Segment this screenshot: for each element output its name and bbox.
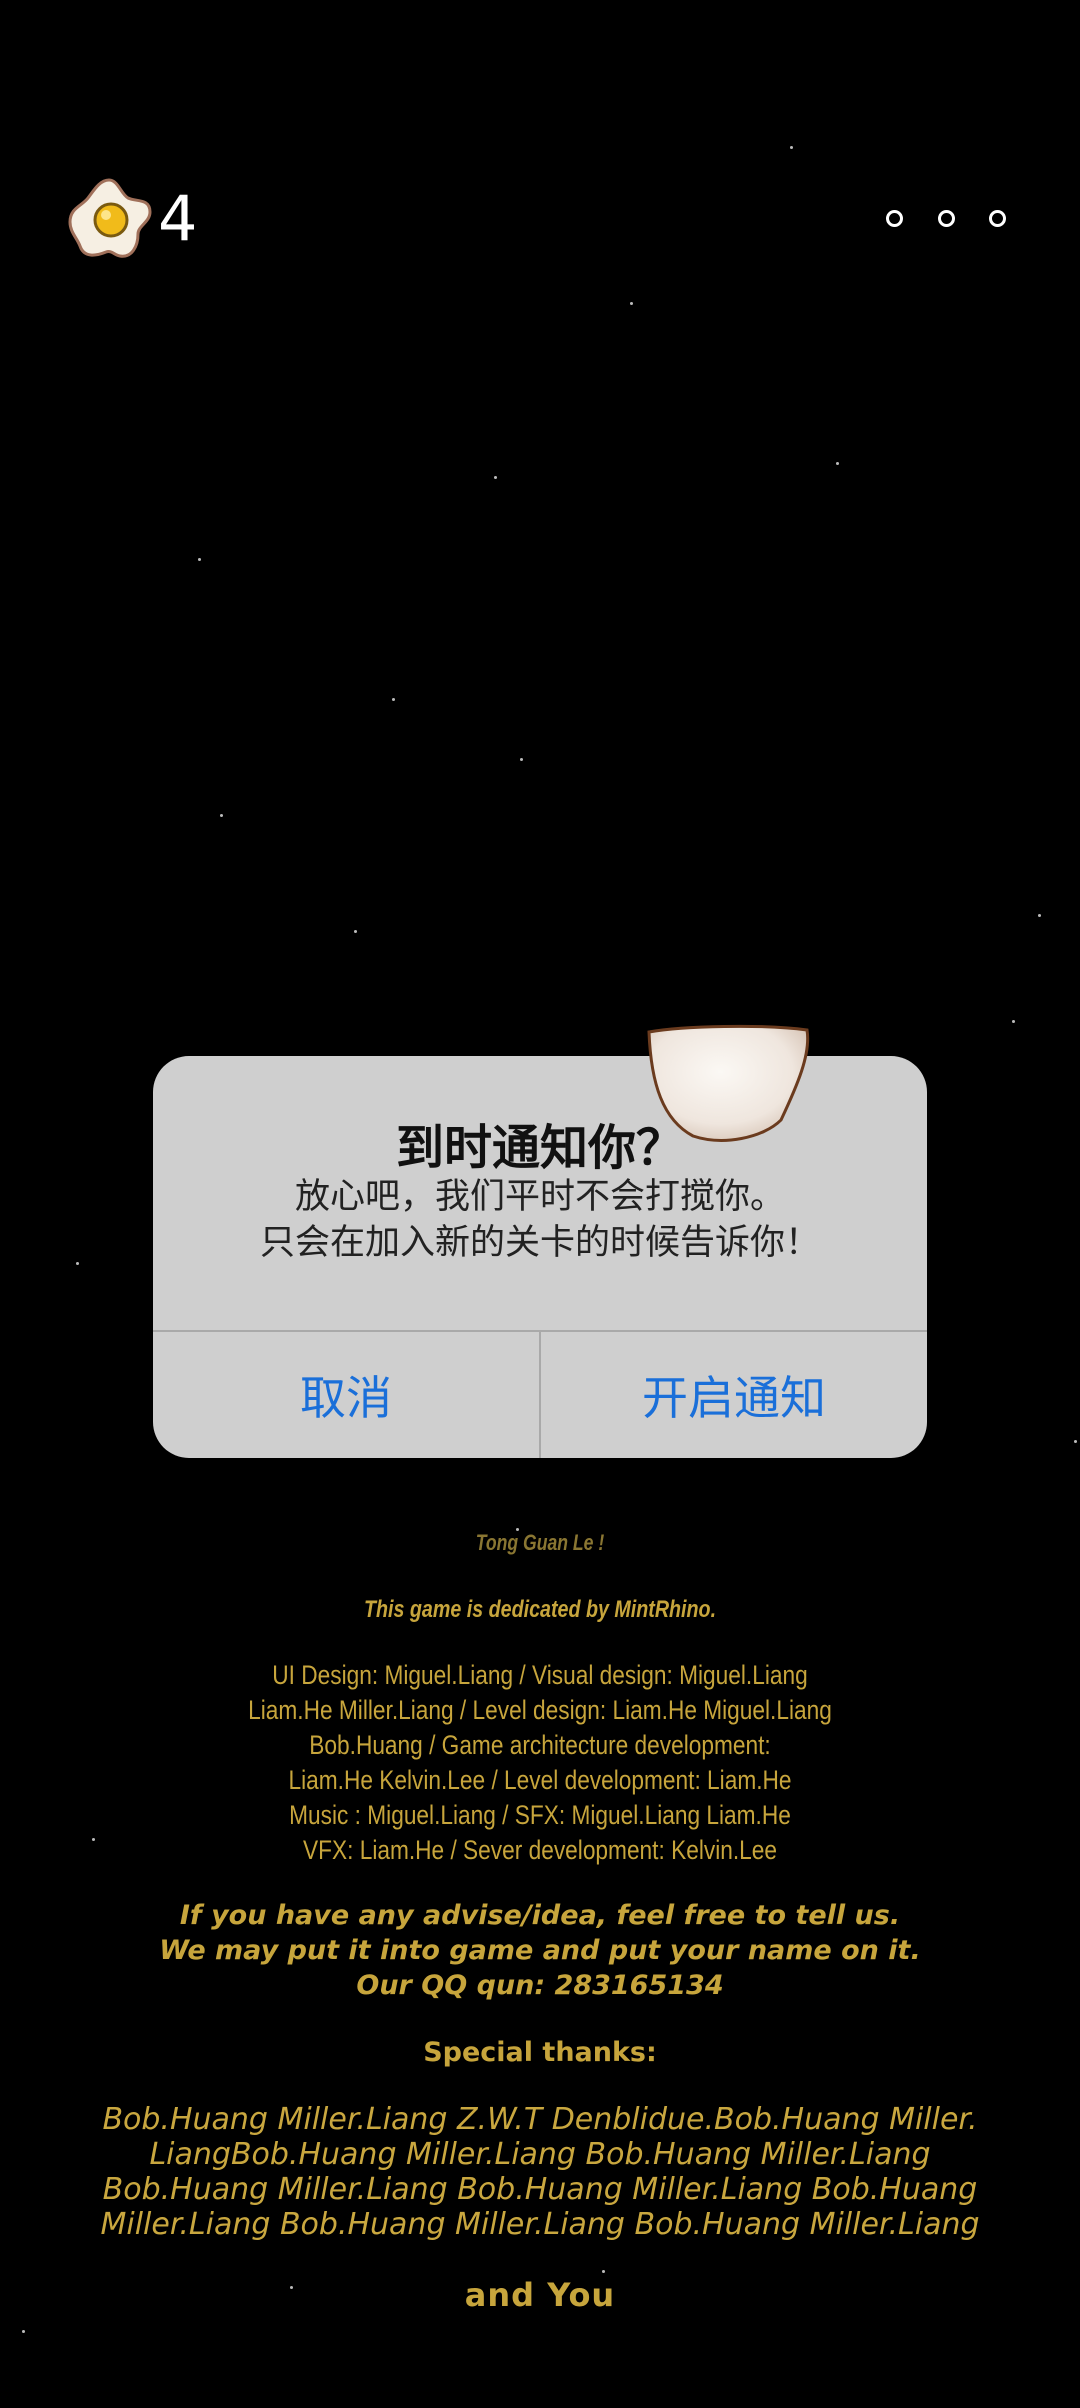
credits-role-line: VFX: Liam.He / Sever development: Kelvin… bbox=[302, 1835, 777, 1865]
more-dots-icon-dot3 bbox=[989, 209, 1006, 227]
dialog-message: 放心吧，我们平时不会打搅你。 只会在加入新的关卡的时候告诉你！ bbox=[153, 1174, 927, 1266]
enable-notification-button[interactable]: 开启通知 bbox=[541, 1332, 927, 1458]
egg-count: 4 bbox=[158, 182, 198, 255]
credits-role-line: Bob.Huang / Game architecture developmen… bbox=[309, 1730, 771, 1760]
credits-qq-line: Our QQ qun: 283165134 bbox=[356, 1970, 724, 2001]
egg-white-piece bbox=[647, 1024, 810, 1142]
credits-advise: If you have any advise/idea, feel free t… bbox=[0, 1898, 1080, 2003]
credits-and-you: and You bbox=[464, 2276, 616, 2314]
credits-names: Bob.Huang Miller.Liang Z.W.T Denblidue.B… bbox=[0, 2102, 1080, 2242]
credits-role-line: Liam.He Miller.Liang / Level design: Lia… bbox=[248, 1695, 832, 1725]
credits-header: Tong Guan Le ! bbox=[475, 1530, 605, 1555]
more-menu-button[interactable] bbox=[886, 200, 1006, 236]
credits-special-thanks: Special thanks: bbox=[423, 2037, 657, 2068]
dialog-message-line2: 只会在加入新的关卡的时候告诉你！ bbox=[259, 1223, 820, 1263]
credits-scroll: Tong Guan Le ! This game is dedicated by… bbox=[0, 1530, 1080, 2314]
credits-role-line: Liam.He Kelvin.Lee / Level development: … bbox=[288, 1765, 792, 1795]
cancel-button[interactable]: 取消 bbox=[153, 1332, 539, 1458]
credits-names-line: LiangBob.Huang Miller.Liang Bob.Huang Mi… bbox=[149, 2137, 931, 2172]
credits-names-line: Bob.Huang Miller.Liang Z.W.T Denblidue.B… bbox=[102, 2102, 978, 2137]
credits-names-line: Bob.Huang Miller.Liang Bob.Huang Miller.… bbox=[102, 2172, 978, 2207]
fried-egg-icon bbox=[68, 178, 152, 258]
credits-role-line: Music : Miguel.Liang / SFX: Miguel.Liang… bbox=[289, 1800, 791, 1830]
notification-dialog: 到时通知你？ 放心吧，我们平时不会打搅你。 只会在加入新的关卡的时候告诉你！ 取… bbox=[153, 1024, 927, 1458]
credits-dedication: This game is dedicated by MintRhino. bbox=[363, 1596, 717, 1623]
credits-roles: UI Design: Miguel.Liang / Visual design:… bbox=[86, 1658, 993, 1868]
dialog-message-line1: 放心吧，我们平时不会打搅你。 bbox=[294, 1177, 785, 1217]
credits-names-line: Miller.Liang Bob.Huang Miller.Liang Bob.… bbox=[100, 2207, 980, 2242]
more-dots-icon bbox=[886, 209, 903, 227]
egg-counter: 4 bbox=[66, 176, 197, 262]
credits-role-line: UI Design: Miguel.Liang / Visual design:… bbox=[272, 1660, 808, 1690]
credits-advise-line1: If you have any advise/idea, feel free t… bbox=[179, 1900, 901, 1931]
more-dots-icon-dot2 bbox=[937, 209, 955, 227]
credits-advise-line2: We may put it into game and put your nam… bbox=[159, 1935, 921, 1966]
